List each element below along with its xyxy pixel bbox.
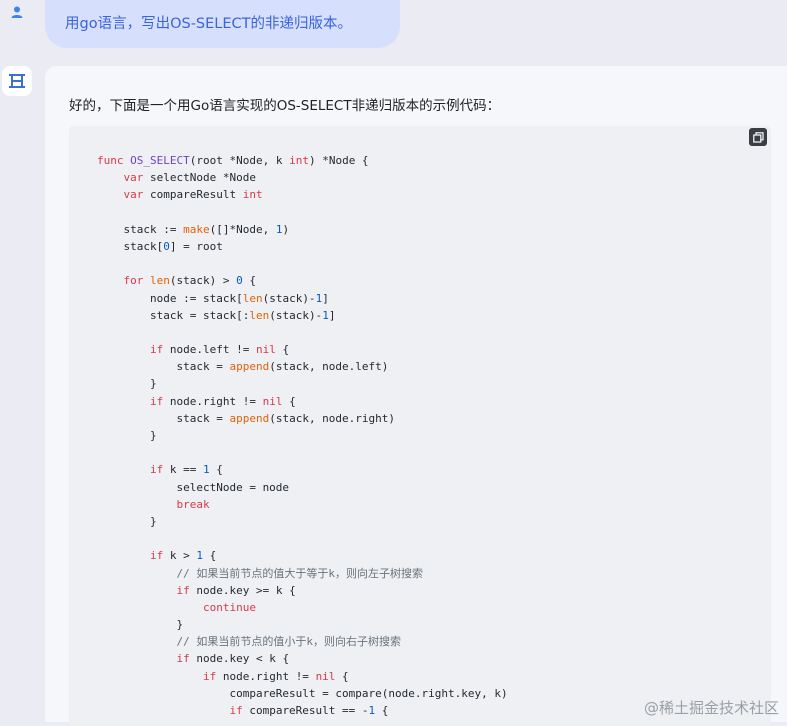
- code-line: stack[0] = root: [97, 239, 223, 253]
- code-line: if node.right != nil {: [202, 669, 349, 683]
- code-line: stack = append(stack, node.right): [97, 411, 396, 425]
- code-line: if node.key < k {: [176, 652, 290, 666]
- watermark-text: @稀土掘金技术社区: [643, 699, 779, 717]
- user-message: 用go语言，写出OS-SELECT的非递归版本。: [45, 0, 400, 48]
- code-line: stack = append(stack, node.left): [97, 360, 389, 374]
- code-line: }: [97, 618, 184, 632]
- code-line: if node.right != nil {: [149, 394, 296, 408]
- code-line: if compareResult == -1 {: [229, 704, 389, 717]
- code-line: selectNode = node: [97, 480, 290, 494]
- code-block: func OS_SELECT(root *Node, k int) *Node …: [97, 152, 508, 719]
- assistant-logo-icon: [9, 74, 25, 88]
- code-line: var selectNode *Node: [123, 171, 256, 185]
- site-watermark: @稀土掘金技术社区: [644, 697, 779, 718]
- code-line: break: [176, 497, 210, 511]
- code-line: if node.left != nil {: [149, 343, 290, 357]
- code-line: // 如果当前节点的值小于k，则向右子树搜索: [176, 635, 401, 649]
- code-line: }: [97, 514, 157, 528]
- code-line: var compareResult int: [123, 188, 263, 202]
- code-line: }: [97, 377, 157, 391]
- user-icon: [11, 6, 23, 18]
- code-line: // 如果当前节点的值大于等于k，则向左子树搜索: [176, 566, 423, 580]
- copy-code-button[interactable]: [749, 128, 767, 146]
- code-line: stack := make([]*Node, 1): [97, 222, 290, 236]
- code-line: compareResult = compare(node.right.key, …: [97, 686, 508, 700]
- code-line: node := stack[len(stack)-1]: [97, 291, 329, 305]
- code-line: }: [97, 429, 157, 442]
- code-line: func OS_SELECT(root *Node, k int) *Node …: [97, 154, 369, 167]
- assistant-answer: 好的，下面是一个用Go语言实现的OS-SELECT非递归版本的示例代码： fun…: [45, 66, 787, 726]
- code-line: continue: [202, 600, 256, 614]
- code-panel: func OS_SELECT(root *Node, k int) *Node …: [69, 126, 771, 726]
- code-line: if node.key >= k {: [176, 583, 296, 597]
- copy-icon: [752, 131, 764, 143]
- code-line: if k > 1 {: [149, 549, 217, 563]
- answer-intro: 好的，下面是一个用Go语言实现的OS-SELECT非递归版本的示例代码：: [69, 98, 501, 114]
- assistant-avatar: [2, 66, 32, 96]
- code-line: for len(stack) > 0 {: [123, 274, 256, 288]
- user-avatar: [2, 0, 32, 24]
- code-line: if k == 1 {: [149, 463, 223, 477]
- code-line: stack = stack[:len(stack)-1]: [97, 308, 336, 322]
